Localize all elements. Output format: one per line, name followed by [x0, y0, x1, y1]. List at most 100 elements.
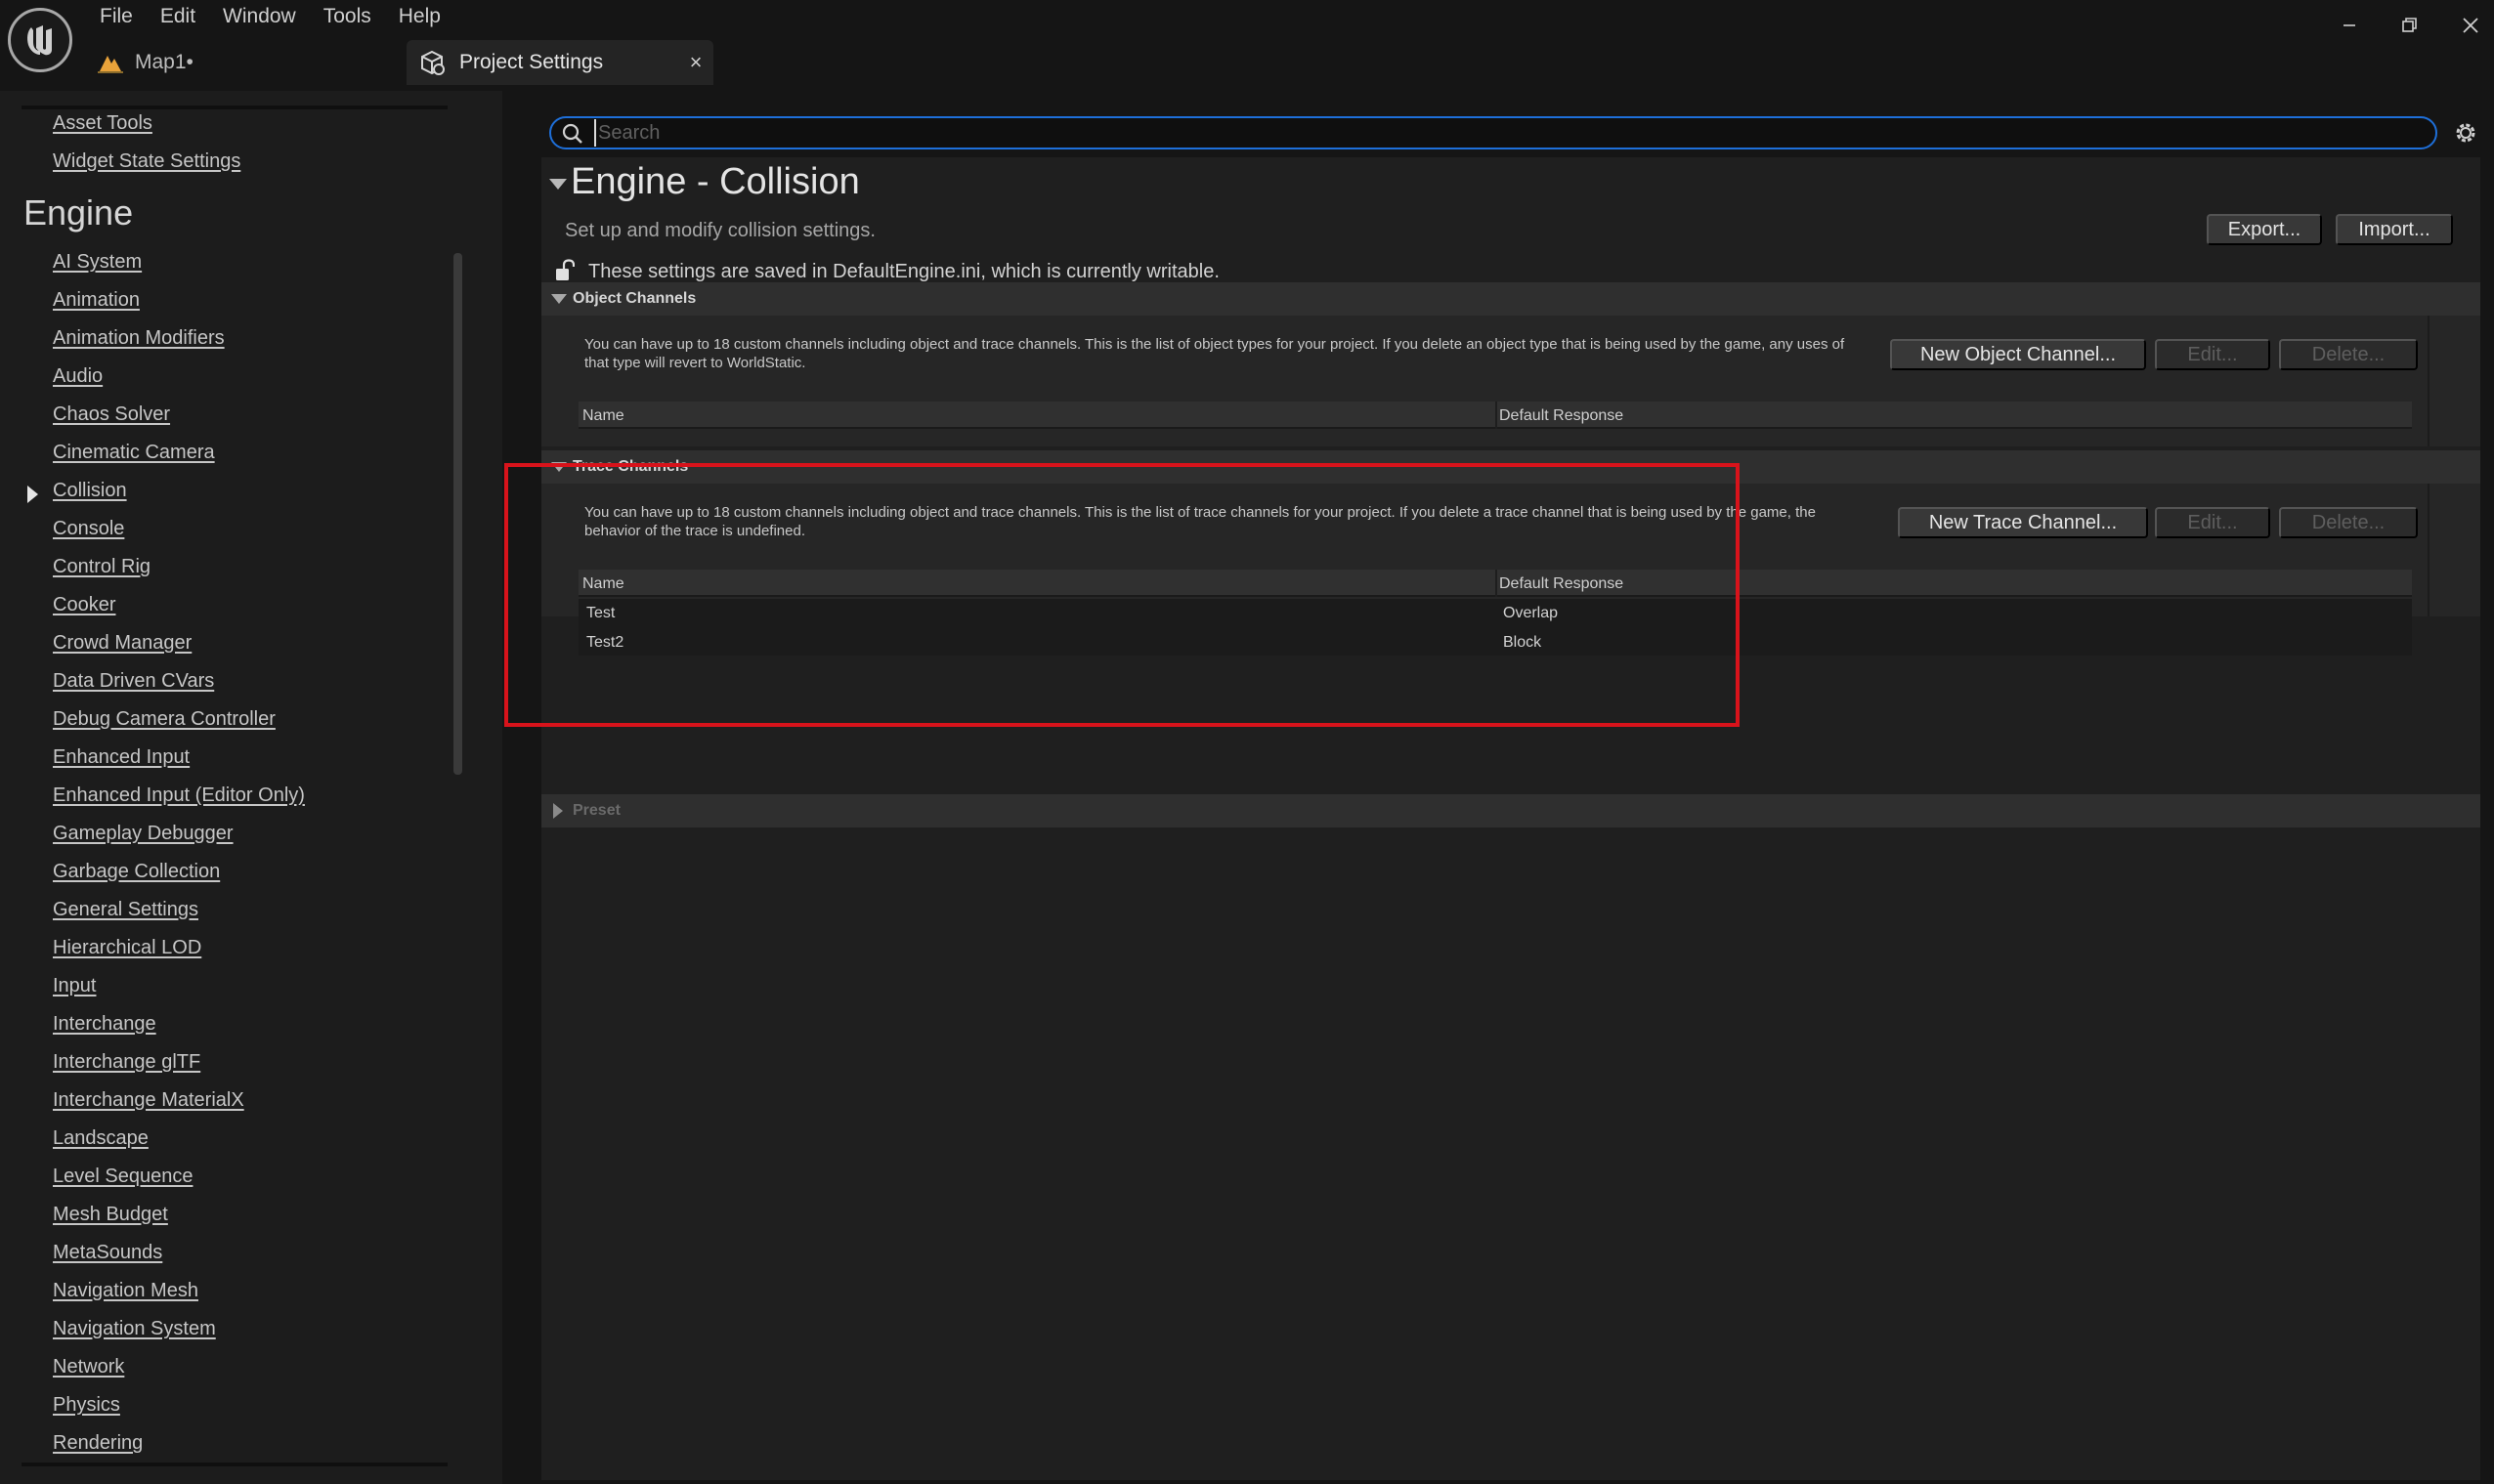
sidebar-divider — [22, 106, 448, 109]
sidebar-item-mesh-budget[interactable]: Mesh Budget — [53, 1204, 168, 1226]
import-button[interactable]: Import... — [2336, 214, 2453, 245]
details-panel: Engine - Collision Set up and modify col… — [541, 157, 2480, 1480]
delete-trace-channel-button[interactable]: Delete... — [2279, 507, 2418, 538]
sidebar-item-level-sequence[interactable]: Level Sequence — [53, 1166, 193, 1188]
object-channels-body: You can have up to 18 custom channels in… — [541, 316, 2480, 446]
new-trace-channel-button[interactable]: New Trace Channel... — [1898, 507, 2148, 538]
column-name[interactable]: Name — [582, 407, 624, 425]
trace-channel-name: Test — [586, 605, 616, 621]
sidebar-item-control-rig[interactable]: Control Rig — [53, 556, 150, 578]
search-box[interactable] — [549, 116, 2437, 149]
column-default-response[interactable]: Default Response — [1499, 407, 1623, 425]
sidebar-item-debug-camera-controller[interactable]: Debug Camera Controller — [53, 708, 276, 731]
category-title: Preset — [573, 802, 621, 819]
sidebar-item-enhanced-input-editor-only[interactable]: Enhanced Input (Editor Only) — [53, 784, 305, 807]
sidebar-item-cooker[interactable]: Cooker — [53, 594, 115, 616]
minimize-icon[interactable] — [2330, 12, 2369, 39]
gear-icon[interactable] — [2451, 118, 2480, 148]
edit-trace-channel-button[interactable]: Edit... — [2155, 507, 2270, 538]
object-channels-table-header: Name Default Response — [579, 402, 2412, 429]
collapsed-arrow-icon — [553, 803, 563, 819]
delete-object-channel-button[interactable]: Delete... — [2279, 339, 2418, 370]
sidebar-item-garbage-collection[interactable]: Garbage Collection — [53, 861, 220, 883]
sidebar-item-asset-tools[interactable]: Asset Tools — [53, 112, 152, 135]
sidebar-item-rendering[interactable]: Rendering — [53, 1432, 143, 1455]
table-row[interactable]: Test2 Block — [579, 628, 2412, 656]
trace-channel-name: Test2 — [586, 634, 624, 651]
sidebar-item-widget-state-settings[interactable]: Widget State Settings — [53, 150, 240, 173]
sidebar-item-audio[interactable]: Audio — [53, 365, 103, 388]
sidebar-item-interchange-gltf[interactable]: Interchange glTF — [53, 1051, 200, 1074]
search-input[interactable] — [594, 119, 2412, 147]
sidebar-item-general-settings[interactable]: General Settings — [53, 899, 198, 921]
sidebar-item-gameplay-debugger[interactable]: Gameplay Debugger — [53, 823, 234, 845]
sidebar-item-navigation-system[interactable]: Navigation System — [53, 1318, 216, 1340]
menu-tools[interactable]: Tools — [310, 0, 385, 33]
tab-project-settings[interactable]: Project Settings × — [407, 40, 713, 85]
sidebar-item-collision[interactable]: Collision — [53, 480, 127, 502]
sidebar-item-animation-modifiers[interactable]: Animation Modifiers — [53, 327, 225, 350]
sidebar-item-interchange-materialx[interactable]: Interchange MaterialX — [53, 1089, 244, 1112]
category-object-channels[interactable]: Object Channels — [541, 282, 2480, 316]
table-row[interactable]: Test Overlap — [579, 599, 2412, 628]
expand-arrow-icon — [551, 294, 567, 304]
sidebar-item-interchange[interactable]: Interchange — [53, 1013, 156, 1036]
column-divider — [2428, 316, 2430, 446]
sidebar-item-physics[interactable]: Physics — [53, 1394, 120, 1417]
sidebar-item-metasounds[interactable]: MetaSounds — [53, 1242, 162, 1264]
category-preset[interactable]: Preset — [541, 794, 2480, 827]
menu-help[interactable]: Help — [385, 0, 454, 33]
new-object-channel-button[interactable]: New Object Channel... — [1890, 339, 2146, 370]
restore-icon[interactable] — [2390, 12, 2430, 39]
selected-arrow-icon — [27, 486, 38, 503]
column-name[interactable]: Name — [582, 575, 624, 593]
sidebar-item-crowd-manager[interactable]: Crowd Manager — [53, 632, 192, 655]
menu-window[interactable]: Window — [209, 0, 310, 33]
sidebar-item-chaos-solver[interactable]: Chaos Solver — [53, 403, 170, 426]
unreal-logo-icon[interactable] — [8, 8, 72, 72]
sidebar-item-hierarchical-lod[interactable]: Hierarchical LOD — [53, 937, 201, 959]
menu-file[interactable]: File — [86, 0, 147, 33]
sidebar-item-navigation-mesh[interactable]: Navigation Mesh — [53, 1280, 198, 1302]
trace-channels-body: You can have up to 18 custom channels in… — [541, 484, 2480, 656]
page-title: Engine - Collision — [571, 161, 860, 202]
column-default-response[interactable]: Default Response — [1499, 575, 1623, 593]
sidebar-item-data-driven-cvars[interactable]: Data Driven CVars — [53, 670, 214, 693]
sidebar-scrollbar[interactable] — [453, 253, 462, 775]
export-button[interactable]: Export... — [2207, 214, 2322, 245]
level-icon — [98, 56, 123, 73]
sidebar-item-animation[interactable]: Animation — [53, 289, 140, 312]
object-channels-description: You can have up to 18 custom channels in… — [584, 336, 1845, 371]
page-subtitle: Set up and modify collision settings. — [565, 220, 876, 241]
column-divider — [2428, 484, 2430, 616]
menu-edit[interactable]: Edit — [147, 0, 209, 33]
close-window-icon[interactable] — [2451, 12, 2490, 39]
edit-object-channel-button[interactable]: Edit... — [2155, 339, 2270, 370]
sidebar-item-network[interactable]: Network — [53, 1356, 124, 1378]
expand-arrow-icon — [551, 462, 567, 472]
sidebar-item-landscape[interactable]: Landscape — [53, 1127, 149, 1150]
sidebar-item-console[interactable]: Console — [53, 518, 124, 540]
category-title: Trace Channels — [573, 458, 689, 475]
tab-map[interactable]: Map1• — [98, 43, 194, 82]
trace-channels-description: You can have up to 18 custom channels in… — [584, 504, 1816, 539]
close-tab-icon[interactable]: × — [678, 50, 713, 75]
collapse-section-icon[interactable] — [549, 179, 567, 190]
sidebar-item-cinematic-camera[interactable]: Cinematic Camera — [53, 442, 215, 464]
tab-project-settings-label: Project Settings — [459, 51, 604, 73]
sidebar-item-ai-system[interactable]: AI System — [53, 251, 142, 274]
trace-channel-response: Block — [1503, 634, 1542, 651]
unlocked-icon — [556, 259, 575, 280]
menu-bar: File Edit Window Tools Help — [86, 0, 454, 33]
trace-channel-response: Overlap — [1503, 605, 1559, 621]
category-title: Object Channels — [573, 290, 697, 307]
sidebar-divider — [22, 1463, 448, 1466]
category-trace-channels[interactable]: Trace Channels — [541, 450, 2480, 484]
settings-sidebar: Asset Tools Widget State Settings Engine… — [0, 91, 502, 1484]
column-separator[interactable] — [1495, 570, 1497, 597]
sidebar-item-input[interactable]: Input — [53, 975, 96, 997]
tab-map-label: Map1• — [135, 51, 194, 73]
sidebar-item-enhanced-input[interactable]: Enhanced Input — [53, 746, 190, 769]
column-separator[interactable] — [1495, 402, 1497, 429]
search-icon — [562, 123, 582, 144]
